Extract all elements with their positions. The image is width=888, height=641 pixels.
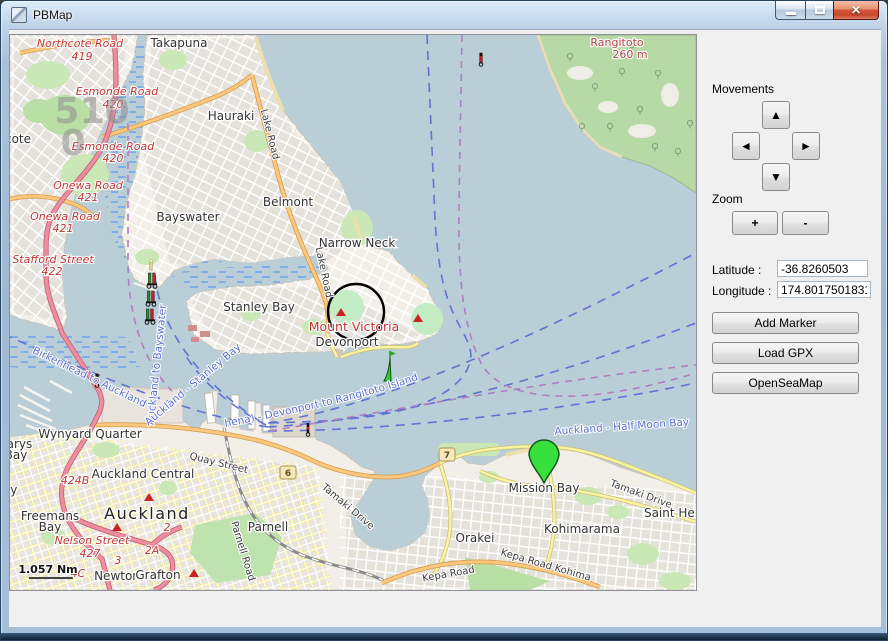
route-shield: 7 <box>439 448 455 461</box>
map-label: Bay <box>10 448 27 462</box>
maximize-icon <box>815 6 825 14</box>
move-left-button[interactable]: ◄ <box>732 132 760 160</box>
map-label: Narrow Neck <box>319 236 396 250</box>
move-up-button[interactable]: ▲ <box>762 101 790 129</box>
map-label: Takapuna <box>150 36 208 50</box>
movements-label: Movements <box>712 82 774 96</box>
map-label: Belmont <box>263 195 314 209</box>
map-label: 427 <box>80 547 101 560</box>
beacon-icon <box>149 259 152 270</box>
minimize-icon <box>786 12 796 15</box>
map-label: Parnell <box>248 520 288 534</box>
map-label: 422 <box>42 265 63 278</box>
map-label: 3 <box>115 554 122 567</box>
map-label: 0 <box>60 123 85 164</box>
map-label: Newton <box>94 569 140 583</box>
latitude-label: Latitude : <box>712 263 761 277</box>
close-button[interactable]: ✕ <box>833 1 879 20</box>
map-label: 2 <box>164 521 171 534</box>
map-label: 424B <box>61 474 90 487</box>
openseamap-button[interactable]: OpenSeaMap <box>712 372 859 394</box>
title-bar[interactable]: PBMap ✕ <box>1 1 887 29</box>
close-icon: ✕ <box>851 4 861 16</box>
map-label: Bayswater <box>156 210 219 224</box>
map-label: 420 <box>103 152 124 165</box>
map-label: Auckland Central <box>92 467 195 481</box>
map-label: Auckland <box>104 504 190 523</box>
map-container[interactable]: 6 7 Takapuna Hauraki Belmont Bayswater Narrow… <box>9 34 697 591</box>
svg-text:7: 7 <box>444 451 450 461</box>
maximize-button[interactable] <box>805 1 833 20</box>
map-label: Mission Bay <box>509 481 580 495</box>
map-label: Northcote Road <box>37 37 124 50</box>
zoom-out-button[interactable]: - <box>782 211 829 235</box>
map-label: Mount Victoria <box>309 319 400 334</box>
map-label: Orakei <box>456 531 495 545</box>
route-shield: 6 <box>280 466 296 479</box>
app-icon <box>11 7 27 23</box>
map-label: Kohimarama <box>544 522 620 536</box>
app-window: PBMap ✕ <box>0 0 888 641</box>
longitude-label: Longitude : <box>712 284 771 298</box>
map-label: 2A <box>145 544 160 557</box>
map-label: 421 <box>53 222 74 235</box>
zoom-in-button[interactable]: + <box>732 211 778 235</box>
map-canvas[interactable]: 6 7 Takapuna Hauraki Belmont Bayswater Narrow… <box>10 35 696 590</box>
latitude-input[interactable] <box>777 260 868 277</box>
move-down-button[interactable]: ▼ <box>762 163 790 191</box>
load-gpx-button[interactable]: Load GPX <box>712 342 859 364</box>
map-label: Devonport <box>315 335 379 349</box>
add-marker-button[interactable]: Add Marker <box>712 312 859 334</box>
map-label: 1.057 Nm <box>18 563 77 576</box>
map-label: Grafton <box>135 568 180 582</box>
longitude-input[interactable] <box>777 281 871 298</box>
map-label: by <box>10 483 17 497</box>
map-label: Nelson Street <box>55 534 130 547</box>
map-label: Wynyard Quarter <box>38 427 141 441</box>
map-label: 260 m <box>612 48 647 61</box>
window-bottom-edge <box>1 633 887 640</box>
map-label: 419 <box>72 50 93 63</box>
window-title: PBMap <box>33 8 72 22</box>
map-label: Bay <box>39 520 62 534</box>
map-label: cote <box>10 132 31 146</box>
move-right-button[interactable]: ► <box>792 132 820 160</box>
zoom-label: Zoom <box>712 192 743 206</box>
map-label: 421 <box>78 191 99 204</box>
minimize-button[interactable] <box>775 1 805 20</box>
svg-text:6: 6 <box>285 469 291 479</box>
map-label: Hauraki <box>208 109 255 123</box>
map-label: Stanley Bay <box>223 300 295 314</box>
